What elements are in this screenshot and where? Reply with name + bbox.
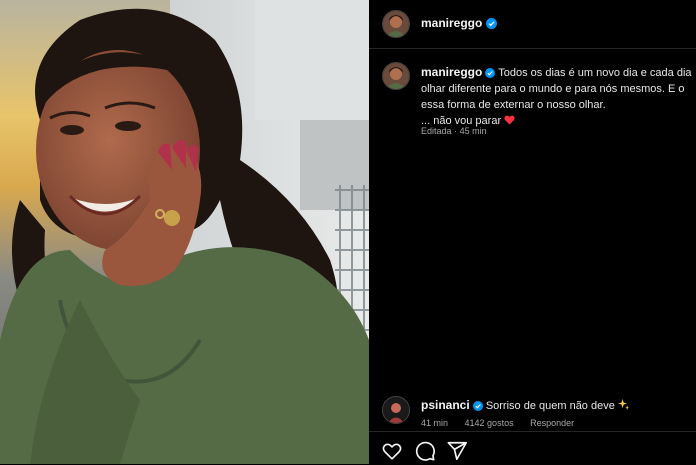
comment-bubble-icon[interactable] bbox=[414, 440, 436, 462]
comment-username[interactable]: psinanci bbox=[421, 398, 470, 412]
action-bar bbox=[369, 431, 696, 465]
comment-meta: 41 min 4142 gostos Responder bbox=[421, 418, 588, 428]
caption-line-1: Todos os dias é um novo dia e cada dia bbox=[498, 67, 692, 79]
post-photo[interactable] bbox=[0, 0, 369, 464]
author-avatar[interactable] bbox=[382, 10, 410, 38]
comment-text: Sorriso de quem não deve bbox=[485, 400, 615, 412]
post-header: manireggo bbox=[369, 0, 696, 49]
avatar-image bbox=[383, 397, 409, 423]
post-time[interactable]: 45 min bbox=[460, 126, 487, 136]
post-meta: Editada · 45 min bbox=[421, 126, 487, 136]
heart-icon[interactable] bbox=[381, 440, 403, 462]
woman-smiling-photo bbox=[0, 0, 369, 464]
paper-plane-icon[interactable] bbox=[446, 440, 468, 462]
comment: psinanci Sorriso de quem não deve bbox=[421, 398, 629, 412]
header-username-text[interactable]: manireggo bbox=[421, 16, 482, 30]
post-details-panel: manireggo manireggo Todos os dias é um n… bbox=[369, 0, 696, 464]
caption-line-3: essa forma de externar o nosso olhar. bbox=[421, 99, 606, 111]
verified-badge-icon bbox=[472, 401, 483, 411]
caption-username[interactable]: manireggo bbox=[421, 65, 482, 79]
sparkles-emoji bbox=[617, 399, 629, 410]
header-username[interactable]: manireggo bbox=[421, 16, 497, 30]
avatar-image bbox=[383, 63, 409, 89]
verified-badge-icon bbox=[485, 18, 497, 29]
comment-likes[interactable]: 4142 gostos bbox=[465, 418, 514, 428]
caption-avatar[interactable] bbox=[382, 62, 410, 90]
meta-separator: · bbox=[454, 126, 458, 136]
commenter-avatar[interactable] bbox=[382, 396, 410, 424]
reply-button[interactable]: Responder bbox=[530, 418, 574, 428]
comment-time: 41 min bbox=[421, 418, 449, 428]
verified-badge-icon bbox=[485, 68, 496, 78]
edited-label: Editada bbox=[421, 126, 452, 136]
avatar-image bbox=[383, 11, 409, 37]
post-caption: manireggo Todos os dias é um novo dia e … bbox=[421, 64, 696, 129]
caption-line-2: olhar diferente para o mundo e para nós … bbox=[421, 83, 685, 95]
red-heart-emoji bbox=[504, 115, 515, 125]
